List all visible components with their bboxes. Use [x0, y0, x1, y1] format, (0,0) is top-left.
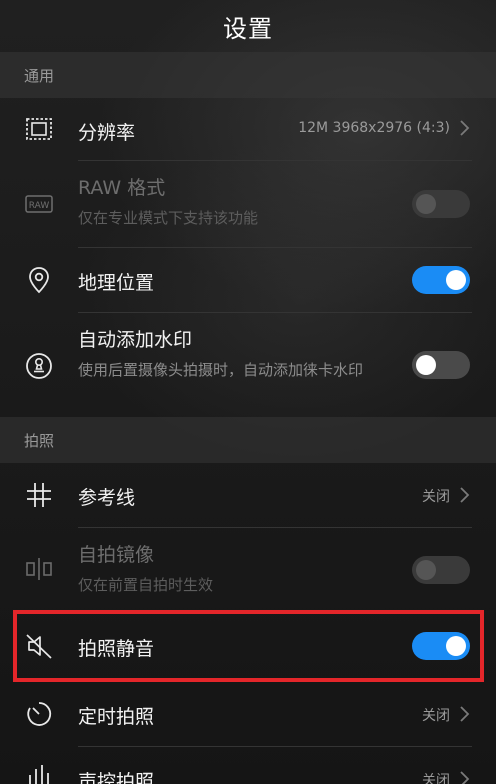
setting-desc-mirror: 仅在前置自拍时生效	[78, 576, 214, 594]
setting-row-watermark[interactable]: 自动添加水印 使用后置摄像头拍摄时，自动添加徕卡水印	[0, 313, 496, 417]
chevron-right-icon	[460, 120, 470, 136]
location-toggle[interactable]	[412, 266, 470, 294]
setting-label-raw: RAW 格式	[78, 177, 166, 199]
voice-control-icon	[24, 761, 54, 784]
raw-icon: RAW	[24, 189, 54, 219]
timer-icon	[24, 699, 54, 729]
setting-row-gridlines[interactable]: 参考线 关闭	[0, 463, 496, 527]
highlight-box	[13, 610, 484, 682]
setting-desc-raw: 仅在专业模式下支持该功能	[78, 209, 259, 227]
raw-toggle[interactable]	[412, 190, 470, 218]
setting-label-resolution: 分辨率	[78, 122, 136, 144]
timer-value: 关闭	[422, 708, 450, 724]
resolution-value: 12M 3968x2976 (4:3)	[298, 120, 450, 136]
setting-label-voice: 声控拍照	[78, 771, 155, 784]
mirror-icon	[24, 554, 54, 584]
setting-label-location: 地理位置	[78, 272, 155, 294]
section-header-photo: 拍照	[0, 417, 496, 463]
resolution-icon	[24, 114, 54, 144]
setting-desc-watermark: 使用后置摄像头拍摄时，自动添加徕卡水印	[78, 361, 364, 379]
setting-row-resolution[interactable]: 分辨率 12M 3968x2976 (4:3)	[0, 98, 496, 160]
setting-label-mirror: 自拍镜像	[78, 544, 155, 566]
chevron-right-icon	[460, 706, 470, 722]
grid-icon	[24, 480, 54, 510]
setting-row-location[interactable]: 地理位置	[0, 248, 496, 312]
setting-row-raw[interactable]: RAW RAW 格式 仅在专业模式下支持该功能	[0, 161, 496, 247]
chevron-right-icon	[460, 487, 470, 503]
stamp-icon	[24, 351, 54, 381]
setting-label-timer: 定时拍照	[78, 706, 155, 728]
section-header-general: 通用	[0, 52, 496, 98]
location-pin-icon	[24, 265, 54, 295]
gridlines-value: 关闭	[422, 489, 450, 505]
setting-row-timer[interactable]: 定时拍照 关闭	[0, 682, 496, 746]
settings-screen: 设置 通用 分辨率 12M 3968x2976 (4:3) RAW RAW 格式…	[0, 0, 496, 784]
watermark-toggle[interactable]	[412, 351, 470, 379]
voice-value: 关闭	[422, 773, 450, 784]
setting-label-gridlines: 参考线	[78, 487, 136, 509]
mirror-toggle[interactable]	[412, 556, 470, 584]
setting-row-mirror[interactable]: 自拍镜像 仅在前置自拍时生效	[0, 528, 496, 610]
setting-label-watermark: 自动添加水印	[78, 329, 193, 351]
svg-text:RAW: RAW	[29, 201, 50, 211]
page-title: 设置	[223, 14, 273, 43]
section-title-photo: 拍照	[24, 431, 55, 450]
setting-row-voice[interactable]: 声控拍照 关闭	[0, 747, 496, 784]
section-title-general: 通用	[24, 66, 55, 85]
chevron-right-icon	[460, 771, 470, 784]
